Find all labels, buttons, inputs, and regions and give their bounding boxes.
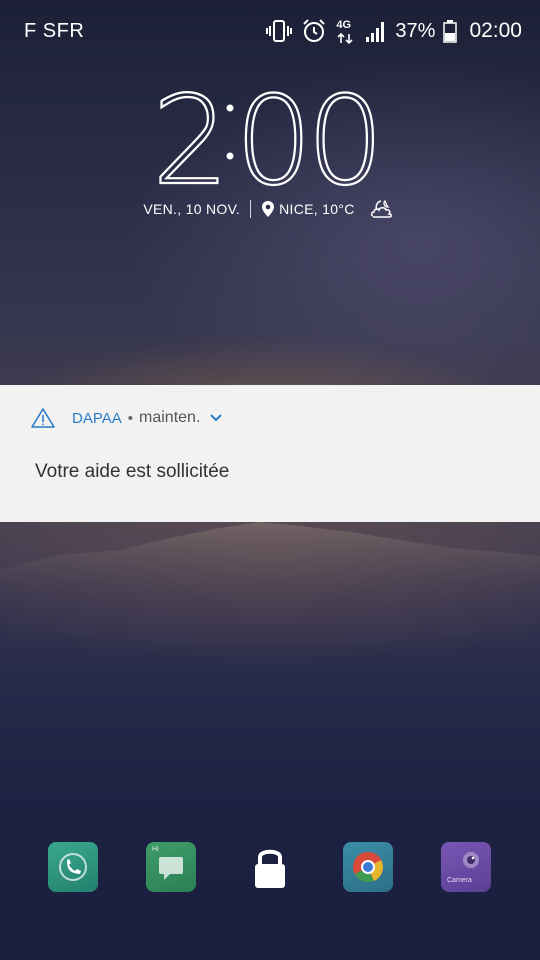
location-pin-icon: [262, 201, 275, 217]
date-separator: [250, 200, 252, 218]
notification-card[interactable]: DAPAA • mainten. Votre aide est sollicit…: [0, 385, 540, 522]
chrome-shortcut[interactable]: [343, 842, 393, 892]
status-time: 02:00: [469, 19, 522, 42]
lockscreen-clock: 2 00: [0, 80, 540, 190]
notification-header: DAPAA • mainten.: [30, 407, 223, 429]
clock-hours: 2: [155, 80, 230, 190]
moon-cloud-icon: [370, 199, 392, 218]
status-icons: 4G 37% 02:00: [265, 14, 522, 48]
carrier-name: F SFR: [24, 20, 85, 42]
location: NICE, 10°C: [261, 200, 355, 218]
date-weather-line: VEN., 10 NOV. NICE, 10°C: [0, 198, 540, 220]
notification-app-name: DAPAA: [72, 409, 122, 427]
camera-label: Camera: [447, 877, 472, 884]
notification-message: Votre aide est sollicitée: [35, 461, 230, 482]
messages-shortcut[interactable]: Hi: [146, 842, 196, 892]
phone-shortcut[interactable]: [48, 842, 98, 892]
camera-icon: [463, 852, 479, 868]
lock-screen: F SFR 4G 37% 02:00 2 00 VEN., 10 NOV. NI…: [0, 0, 540, 960]
network-4g-icon: 4G: [335, 17, 357, 45]
alarm-icon: [303, 19, 326, 42]
camera-shortcut[interactable]: Camera: [441, 842, 491, 892]
chevron-down-icon[interactable]: [210, 414, 223, 422]
notification-separator: •: [127, 409, 134, 427]
vibrate-icon: [266, 20, 293, 42]
notification-subtext: mainten.: [139, 409, 201, 426]
lock-icon[interactable]: [250, 844, 290, 892]
warning-icon: [31, 408, 55, 428]
battery-icon: [443, 20, 458, 43]
clock-digits: 2 00: [155, 80, 385, 190]
chrome-icon: [353, 852, 383, 883]
phone-icon: [59, 853, 87, 881]
battery-percent: 37%: [395, 19, 436, 42]
date-label: VEN., 10 NOV.: [143, 201, 241, 217]
lockscreen-shortcuts: Hi Camera: [0, 842, 540, 896]
messages-label: Hi: [152, 846, 159, 853]
clock-minutes: 00: [235, 80, 378, 190]
signal-icon: [366, 22, 385, 42]
location-label: NICE, 10°C: [279, 201, 355, 217]
status-bar: F SFR 4G 37% 02:00: [0, 0, 540, 60]
